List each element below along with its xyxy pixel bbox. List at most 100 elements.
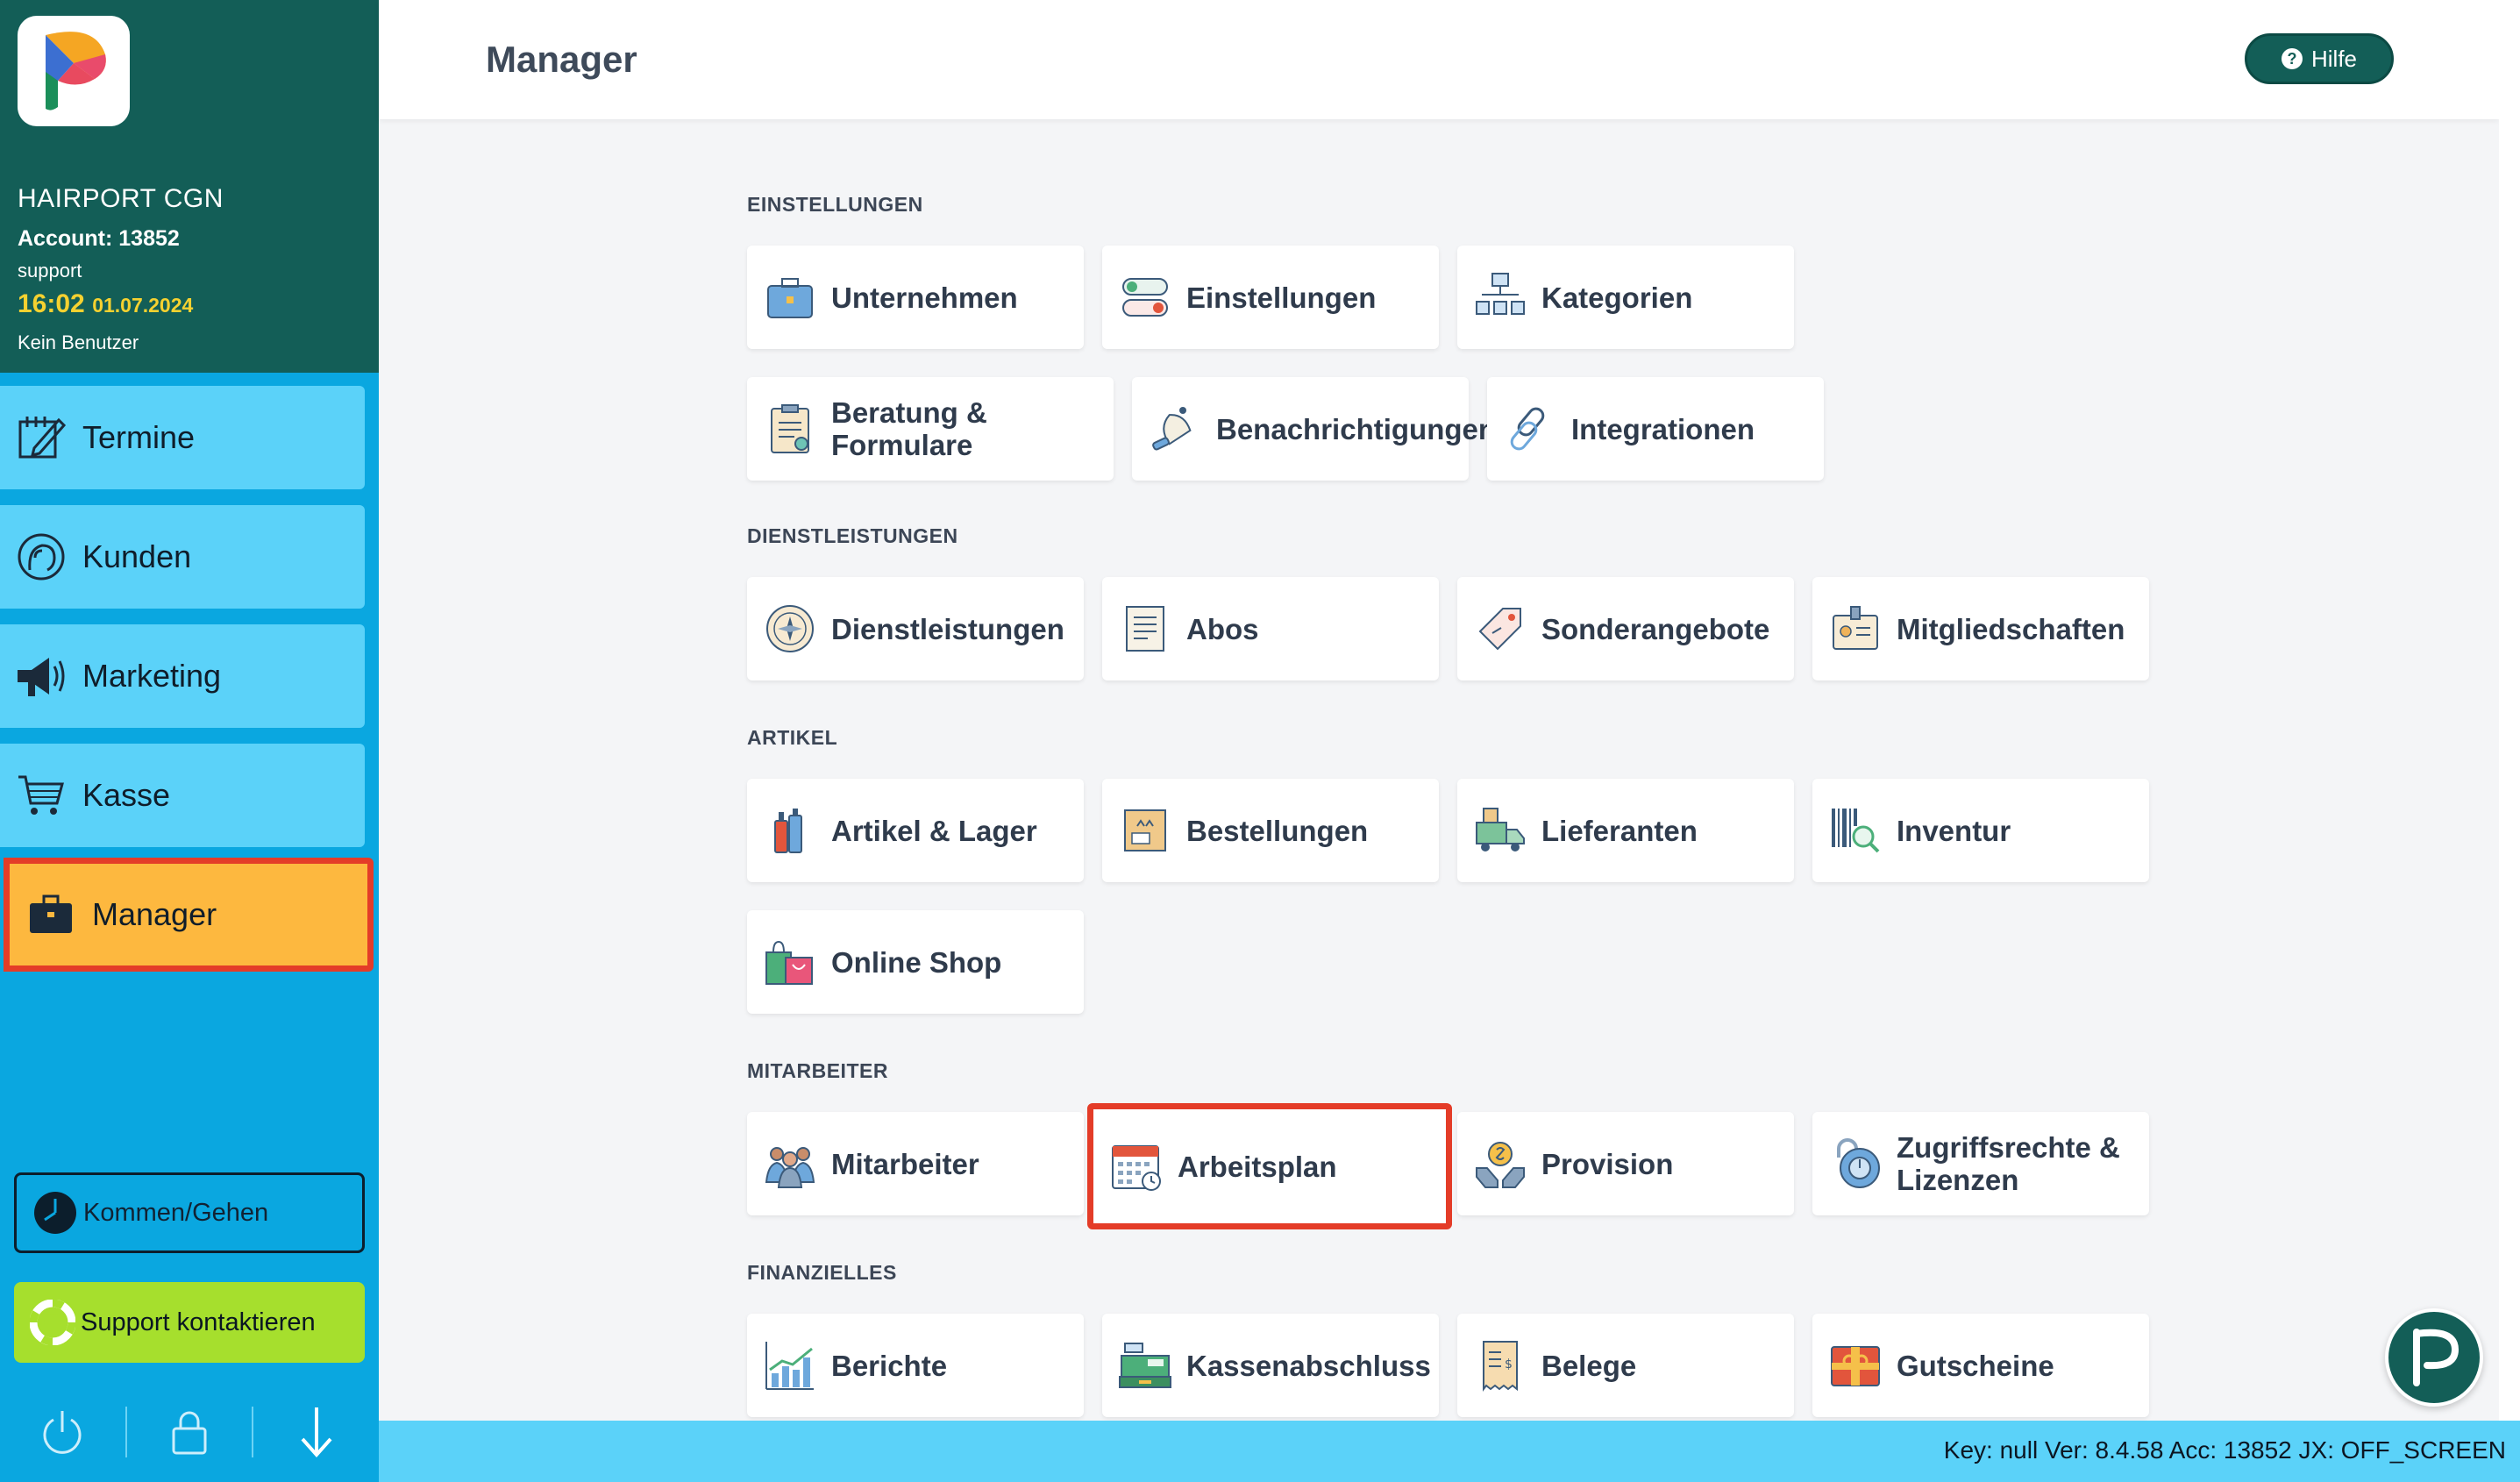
tile-integrationen[interactable]: Integrationen [1487,377,1824,481]
tile-mitarbeiter[interactable]: Mitarbeiter [747,1112,1084,1215]
status-text: Key: null Ver: 8.4.58 Acc: 13852 JX: OFF… [1943,1436,2506,1464]
tile-kategorien[interactable]: Kategorien [1457,246,1794,349]
shopping-cart-icon [0,773,82,817]
price-tag-icon [1478,608,1521,651]
tile-arbeitsplan[interactable]: Arbeitsplan [1087,1103,1452,1229]
tile-gutscheine[interactable]: Gutscheine [1812,1314,2149,1417]
document-list-icon [1126,606,1164,652]
tile-abos[interactable]: Abos [1102,577,1439,680]
tile-label: Mitgliedschaften [1897,612,2125,645]
business-name: HAIRPORT CGN [18,184,224,213]
page-title: Manager [486,39,637,80]
nav-item-kunden[interactable]: Kunden [0,505,365,609]
section-heading-dienstleistungen: DIENSTLEISTUNGEN [747,524,958,547]
kommen-gehen-button[interactable]: Kommen/Gehen [14,1172,365,1253]
tile-label: Mitarbeiter [831,1147,979,1180]
nav-label: Termine [82,419,196,455]
tile-bestellungen[interactable]: Bestellungen [1102,779,1439,882]
tile-berichte[interactable]: Berichte [747,1314,1084,1417]
tile-inventur[interactable]: Inventur [1812,779,2149,882]
svg-text:$: $ [1505,1357,1513,1372]
tile-lieferanten[interactable]: Lieferanten [1457,779,1794,882]
nav-label: Kunden [82,538,192,574]
nav-item-manager[interactable]: Manager [4,858,374,972]
help-button[interactable]: ? Hilfe [2245,33,2394,84]
tile-label: Dienstleistungen [831,612,1064,645]
lifebuoy-icon [25,1300,81,1345]
customer-head-icon [0,531,82,582]
clock: 16:02 01.07.2024 [18,289,193,319]
section-heading-artikel: ARTIKEL [747,726,838,749]
tile-dienstleistungen[interactable]: Dienstleistungen [747,577,1084,680]
sidebar: HAIRPORT CGN Account: 13852 support 16:0… [0,0,379,1482]
top-bar: Manager ? Hilfe [379,0,2499,119]
team-people-icon [765,1147,815,1188]
tile-beratung-formulare[interactable]: Beratung & Formulare [747,377,1114,481]
tile-label: Abos [1186,612,1259,645]
floating-logo-button[interactable] [2385,1308,2483,1407]
cash-register-icon [1119,1343,1171,1388]
tile-label: Artikel & Lager [831,814,1037,847]
calendar-schedule-icon [1112,1145,1161,1191]
nav-label: Manager [92,896,217,932]
delivery-truck-icon [1476,808,1525,851]
tile-online-shop[interactable]: Online Shop [747,910,1084,1014]
compass-icon [766,605,814,652]
tile-label: Arbeitsplan [1178,1150,1337,1183]
barcode-search-icon [1832,809,1880,853]
status-bar: Key: null Ver: 8.4.58 Acc: 13852 JX: OFF… [379,1421,2520,1482]
tile-label: Belege [1541,1349,1637,1382]
shopping-bags-icon [765,940,813,985]
sidebar-header: HAIRPORT CGN Account: 13852 support 16:0… [0,0,379,373]
account-number: Account: 13852 [18,226,180,251]
tile-kassenabschluss[interactable]: Kassenabschluss [1102,1314,1439,1417]
help-label: Hilfe [2310,45,2357,72]
tile-belege[interactable]: $ Belege [1457,1314,1794,1417]
tile-einstellungen[interactable]: Einstellungen [1102,246,1439,349]
tile-mitgliedschaften[interactable]: Mitgliedschaften [1812,577,2149,680]
products-bottles-icon [774,809,802,853]
nav-item-kasse[interactable]: Kasse [0,744,365,847]
hierarchy-icon [1476,273,1525,315]
bell-icon [1152,407,1192,451]
tile-label: Beratung & Formulare [831,396,987,461]
tile-label: Kategorien [1541,281,1693,314]
megaphone-icon [0,651,82,702]
tile-unternehmen[interactable]: Unternehmen [747,246,1084,349]
clock-icon [27,1190,83,1236]
tile-label: Zugriffsrechte & Lizenzen [1897,1131,2120,1196]
current-user: Kein Benutzer [18,331,139,353]
briefcase-icon [10,894,92,935]
id-badge-icon [1833,606,1878,650]
tile-label: Inventur [1897,814,2011,847]
kommen-gehen-label: Kommen/Gehen [83,1198,269,1227]
tile-label: Benachrichtigungen [1216,412,1497,445]
tile-sonderangebote[interactable]: Sonderangebote [1457,577,1794,680]
support-button[interactable]: Support kontaktieren [14,1282,365,1363]
tile-label: Berichte [831,1349,948,1382]
nav-label: Marketing [82,658,222,694]
tile-provision[interactable]: Provision [1457,1112,1794,1215]
power-icon[interactable] [0,1407,125,1457]
tile-label: Kassenabschluss [1186,1349,1431,1382]
calendar-pen-icon [0,413,82,462]
nav-item-marketing[interactable]: Marketing [0,624,365,728]
hands-coin-icon [1476,1142,1525,1188]
app-logo-icon [46,32,106,110]
nav-label: Kasse [82,777,171,813]
lock-icon[interactable] [127,1409,253,1455]
scroll-gutter [2499,0,2520,1421]
tile-label: Einstellungen [1186,281,1377,314]
tile-benachrichtigungen[interactable]: Benachrichtigungen [1132,377,1496,481]
help-icon: ? [2281,48,2303,69]
toggle-switches-icon [1122,278,1168,317]
p-logo-icon [2413,1329,2459,1386]
tile-label: Gutscheine [1897,1349,2054,1382]
arrow-down-icon[interactable] [253,1406,379,1458]
nav-item-termine[interactable]: Termine [0,386,365,489]
app-logo[interactable] [18,16,130,126]
tile-artikel-lager[interactable]: Artikel & Lager [747,779,1084,882]
tile-zugriffsrechte-lizenzen[interactable]: Zugriffsrechte & Lizenzen [1812,1112,2149,1215]
clock-date: 01.07.2024 [92,294,194,317]
section-heading-mitarbeiter: MITARBEITER [747,1059,888,1082]
